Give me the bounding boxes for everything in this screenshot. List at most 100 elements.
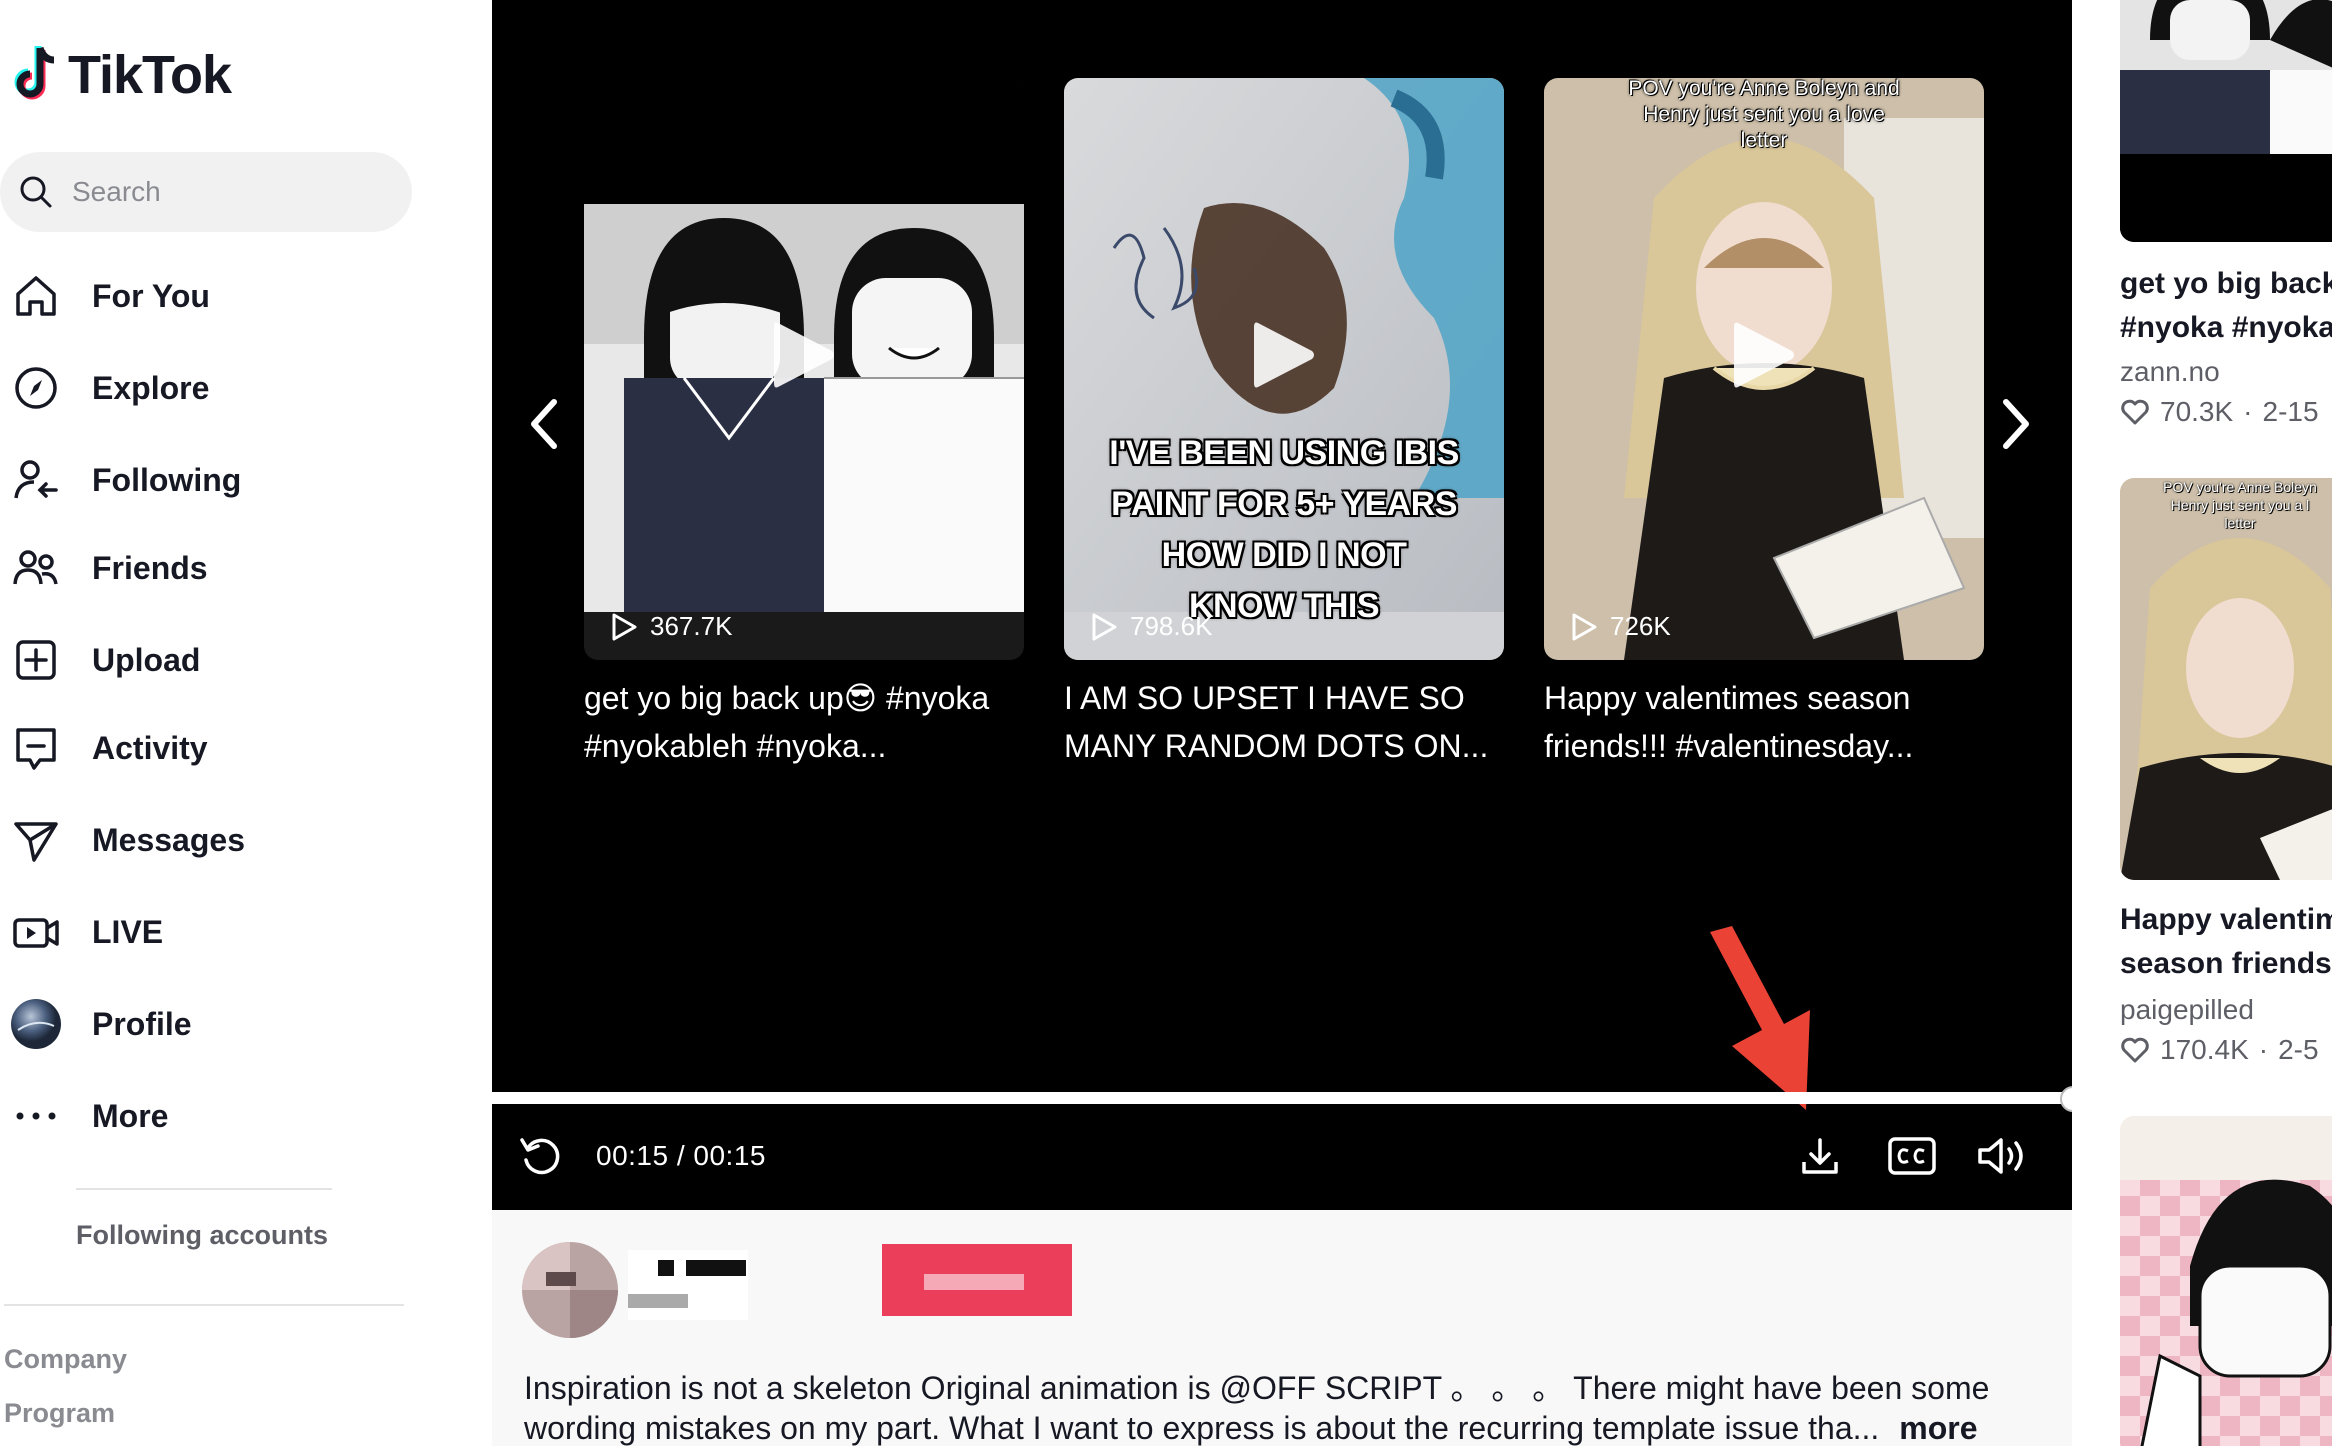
description-line: wording mistakes on my part. What I want… [524, 1410, 1880, 1446]
recommended-video-title[interactable]: I AM SO UPSET I HAVE SO MANY RANDOM DOTS… [1064, 674, 1504, 770]
related-videos-column: get yo big back #nyoka #nyoka zann.no 70… [2072, 0, 2332, 1446]
compass-icon [10, 362, 62, 414]
nav-label: Messages [92, 821, 245, 858]
video-description-panel: Inspiration is not a skeleton Original a… [492, 1210, 2072, 1446]
title-line: #nyoka #nyoka [2120, 311, 2332, 344]
author-avatar[interactable] [522, 1242, 618, 1338]
nav-item-messages[interactable]: Messages [10, 810, 245, 870]
video-thumbnail [2120, 1116, 2332, 1446]
annotation-arrow [1710, 926, 1810, 1110]
related-video-thumbnail[interactable]: POV you're Anne Boleyn Henry just sent y… [2120, 478, 2332, 880]
footer-link-company[interactable]: Company [4, 1344, 127, 1375]
overlay-line: letter [2224, 515, 2256, 531]
nav-item-activity[interactable]: Activity [10, 718, 208, 778]
nav-label: More [92, 1097, 169, 1134]
heart-icon [2121, 399, 2149, 425]
friends-icon [10, 542, 62, 594]
player-controls: 00:15 / 00:15 [492, 1104, 2072, 1210]
author-name-redacted [628, 1250, 748, 1320]
play-outline-icon [1092, 613, 1117, 640]
video-thumbnail [2120, 478, 2332, 880]
recommended-video-title[interactable]: get yo big back up😎 #nyoka #nyokableh #n… [584, 674, 1024, 770]
replay-button[interactable] [516, 1132, 564, 1180]
playback-time: 00:15 / 00:15 [596, 1140, 766, 1171]
download-icon [1802, 1138, 1838, 1174]
nav-item-more[interactable]: More [10, 1086, 168, 1146]
volume-button[interactable] [1972, 1132, 2032, 1180]
activity-icon [10, 722, 62, 774]
video-description: Inspiration is not a skeleton Original a… [524, 1368, 2044, 1448]
play-icon [774, 322, 834, 388]
nav-item-explore[interactable]: Explore [10, 358, 209, 418]
title-line: Happy valentim [2120, 903, 2332, 936]
separator: · [2243, 396, 2253, 427]
replay-icon [520, 1138, 560, 1175]
nav-label: For You [92, 277, 210, 314]
follow-button-redacted[interactable] [882, 1244, 1072, 1316]
captions-icon [1888, 1137, 1936, 1175]
search-input[interactable]: Search [0, 152, 412, 232]
upload-icon [10, 634, 62, 686]
nav-item-live[interactable]: LIVE [10, 902, 163, 962]
left-sidebar: TikTok Search For You Explore Following [0, 0, 492, 1446]
recommended-video-card[interactable]: 367.7K [584, 78, 1024, 660]
view-count-text: 798.6K [1130, 611, 1213, 641]
title-line: friends!!! #valentinesday... [1544, 728, 1914, 764]
nav-item-profile[interactable]: Profile [10, 994, 192, 1054]
volume-icon [1978, 1138, 2023, 1174]
related-video-thumbnail[interactable] [2120, 0, 2332, 242]
title-line: I AM SO UPSET I HAVE SO [1064, 680, 1465, 716]
recommended-video-title[interactable]: Happy valentimes season friends!!! #vale… [1544, 674, 1984, 770]
nav-label: Following [92, 461, 242, 498]
recommended-video-card[interactable]: I'VE BEEN USING IBIS PAINT FOR 5+ YEARS … [1064, 78, 1504, 660]
nav-item-following[interactable]: Following [10, 450, 241, 510]
overlay-line: letter [1740, 129, 1788, 152]
nav-item-for-you[interactable]: For You [10, 266, 210, 326]
nav-label: LIVE [92, 913, 164, 950]
video-player[interactable]: 367.7K get yo big back up😎 #nyoka #nyoka… [492, 0, 2072, 1210]
title-line: season friends! [2120, 947, 2332, 980]
title-line: Happy valentimes season [1544, 680, 1911, 716]
post-date: 2-5 [2278, 1034, 2319, 1065]
description-line: Inspiration is not a skeleton Original a… [524, 1370, 1990, 1406]
overlay-line: POV you're Anne Boleyn and [1628, 78, 1900, 100]
play-outline-icon [1572, 613, 1597, 640]
heart-icon [2121, 1037, 2149, 1063]
footer-link-program[interactable]: Program [4, 1398, 115, 1429]
tiktok-logo-icon [14, 46, 55, 100]
video-text-overlay: POV you're Anne Boleyn and Henry just se… [1544, 78, 1984, 154]
nav-item-upload[interactable]: Upload [10, 630, 200, 690]
captions-button[interactable] [1882, 1132, 1942, 1180]
related-video-title[interactable]: get yo big back #nyoka #nyoka [2120, 262, 2332, 350]
chevron-right-icon [2003, 399, 2029, 449]
progress-bar[interactable] [492, 1092, 2072, 1104]
nav-label: Explore [92, 369, 210, 406]
view-count-text: 726K [1610, 611, 1671, 641]
more-link[interactable]: more [1899, 1410, 1977, 1446]
post-date: 2-15 [2262, 396, 2319, 427]
download-button[interactable] [1796, 1132, 1844, 1180]
description-line-2: wording mistakes on my part. What I want… [524, 1408, 2044, 1448]
related-video-title[interactable]: Happy valentim season friends! [2120, 898, 2332, 986]
nav-label: Activity [92, 729, 208, 766]
play-icon [1254, 322, 1314, 388]
footer-divider [4, 1304, 404, 1306]
play-icon [1734, 322, 1794, 388]
related-video-author[interactable]: zann.no [2120, 356, 2220, 388]
related-video-thumbnail[interactable] [2120, 1116, 2332, 1446]
nav-item-friends[interactable]: Friends [10, 538, 208, 598]
overlay-line: Henry just sent you a l [2170, 497, 2310, 513]
title-line: #nyokableh #nyoka... [584, 728, 887, 764]
recommended-video-card[interactable]: POV you're Anne Boleyn and Henry just se… [1544, 78, 1984, 660]
following-icon [10, 454, 62, 506]
avatar-image [522, 1242, 618, 1338]
overlay-line: POV you're Anne Boleyn [2163, 479, 2317, 495]
next-arrow-button[interactable] [1984, 394, 2044, 454]
nav-label: Friends [92, 549, 208, 586]
like-count: 170.4K [2160, 1034, 2249, 1065]
video-text-overlay: I'VE BEEN USING IBIS PAINT FOR 5+ YEARS … [1064, 428, 1504, 632]
related-video-author[interactable]: paigepilled [2120, 994, 2254, 1026]
related-video-stats: 170.4K · 2-5 [2120, 1034, 2319, 1066]
previous-arrow-button[interactable] [516, 394, 576, 454]
tiktok-logo[interactable]: TikTok [10, 44, 232, 106]
